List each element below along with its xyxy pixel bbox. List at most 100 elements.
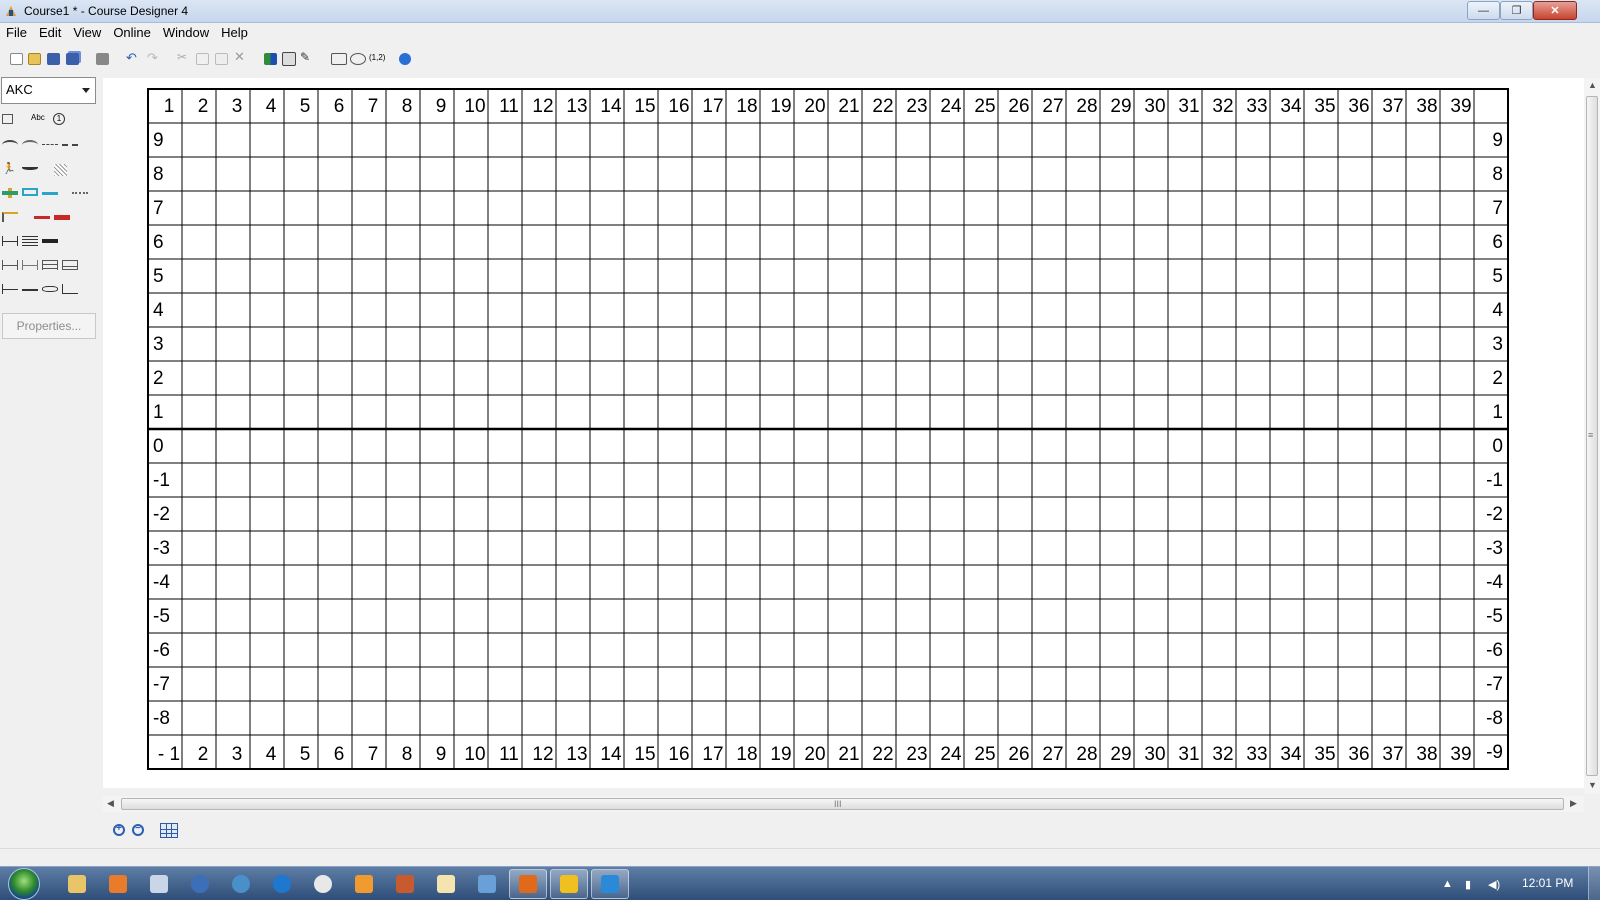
save-all-icon[interactable] (66, 53, 79, 65)
scroll-left-icon[interactable]: ◀ (107, 798, 114, 809)
tunnel-icon[interactable] (2, 140, 18, 150)
minimize-button[interactable]: — (1467, 1, 1500, 20)
scroll-down-icon[interactable]: ▼ (1588, 780, 1597, 790)
help-icon[interactable] (399, 53, 411, 65)
right-axis-label: -2 (1486, 504, 1503, 525)
documents-taskbar-button[interactable] (140, 869, 178, 899)
horizontal-scrollbar[interactable]: ◀ III ▶ (103, 796, 1584, 812)
number-tool-icon[interactable]: 1 (53, 113, 65, 125)
restore-button[interactable]: ❐ (1500, 1, 1533, 20)
left-axis-label: -4 (153, 572, 170, 593)
single-bar-icon[interactable] (22, 260, 38, 270)
palette-row-2 (2, 138, 78, 152)
menu-file[interactable]: File (0, 23, 33, 43)
horizontal-scroll-thumb[interactable]: III (121, 798, 1564, 810)
text-tool-icon[interactable]: Abc (31, 113, 49, 123)
wall-icon[interactable] (42, 236, 58, 246)
cut-icon[interactable]: ✂ (177, 50, 190, 64)
weave-icon[interactable] (72, 188, 88, 194)
firefox-taskbar-button[interactable] (509, 869, 547, 899)
explorer-taskbar-button[interactable] (58, 869, 96, 899)
course-designer-taskbar-button[interactable] (550, 869, 588, 899)
settings-taskbar-button[interactable] (386, 869, 424, 899)
network-icon[interactable]: ▮ (1465, 878, 1471, 891)
tray-expand-icon[interactable]: ▲ (1442, 878, 1453, 890)
contact-icon[interactable] (62, 284, 78, 294)
numbering-icon[interactable]: (1,2) (369, 53, 385, 65)
grid-toggle-icon[interactable] (160, 823, 178, 838)
hoop-icon[interactable] (42, 286, 58, 292)
redo-icon[interactable]: ↷ (147, 50, 160, 65)
tool-taskbar-button[interactable] (345, 869, 383, 899)
delete-icon[interactable]: ✕ (234, 49, 247, 64)
chrome-taskbar-button[interactable] (304, 869, 342, 899)
close-button[interactable]: ✕ (1533, 1, 1577, 20)
ring-grid[interactable]: 1 2 3 4 5 6 7 8 9 10 11 12 13 14 15 16 17 18 19 20 21 22 23 24 2… (103, 78, 1584, 788)
bottom-axis-label: 26 (1008, 744, 1029, 765)
teeter-icon[interactable] (34, 212, 50, 222)
bottom-axis-label: 19 (770, 744, 791, 765)
save-icon[interactable] (47, 53, 60, 65)
tire-icon[interactable] (2, 212, 18, 222)
menu-help[interactable]: Help (215, 23, 254, 43)
pole-icon[interactable] (22, 284, 38, 294)
bottom-axis-label: 34 (1280, 744, 1302, 765)
pencil-icon[interactable]: ✎ (300, 50, 313, 64)
bottom-axis-label: 24 (940, 744, 962, 765)
chute-icon[interactable] (42, 144, 58, 154)
start-button[interactable] (8, 868, 40, 900)
print-icon[interactable] (96, 53, 109, 65)
snipping-taskbar-button[interactable] (591, 869, 629, 899)
obstacle-view-icon[interactable] (331, 53, 347, 65)
ring-color-icon[interactable] (264, 53, 277, 65)
volume-icon[interactable]: ◀) (1488, 878, 1500, 891)
paste-icon[interactable] (215, 53, 228, 65)
double-jump-icon[interactable] (2, 236, 18, 246)
web-taskbar-button[interactable] (222, 869, 260, 899)
properties-button[interactable]: Properties... (2, 313, 96, 339)
table-icon[interactable] (54, 164, 67, 176)
scroll-up-icon[interactable]: ▲ (1588, 80, 1597, 90)
broad-jump-icon[interactable] (42, 188, 58, 198)
oxer-icon[interactable] (42, 260, 58, 270)
open-icon[interactable] (28, 53, 41, 65)
messenger-taskbar-button[interactable] (468, 869, 506, 899)
bar-jump-icon[interactable] (2, 260, 18, 270)
menu-online[interactable]: Online (107, 23, 157, 43)
vertical-scroll-thumb[interactable]: ≡ (1586, 96, 1598, 776)
wing-jump-icon[interactable] (2, 284, 18, 294)
top-axis-label: 22 (872, 96, 893, 117)
copy-icon[interactable] (196, 53, 209, 65)
media-player-taskbar-button[interactable] (99, 869, 137, 899)
dogwalk-icon[interactable] (54, 212, 70, 222)
handler-icon[interactable]: 🏃 (2, 162, 18, 175)
clock[interactable]: 12:01 PM (1522, 876, 1573, 890)
zoom-in-icon[interactable]: + (113, 823, 125, 836)
select-tool-icon[interactable] (2, 114, 13, 124)
menu-edit[interactable]: Edit (33, 23, 67, 43)
triple-jump-icon[interactable] (22, 236, 38, 246)
line-icon[interactable] (62, 144, 78, 154)
ie-taskbar-button[interactable] (263, 869, 301, 899)
palette-row-4 (2, 186, 88, 200)
undo-icon[interactable]: ↶ (126, 50, 139, 65)
gate-icon[interactable] (62, 260, 78, 270)
jump-icon[interactable] (2, 188, 18, 198)
dog-icon[interactable] (22, 164, 38, 170)
top-axis-label: 21 (838, 96, 859, 117)
show-desktop-button[interactable] (1588, 867, 1600, 900)
panel-jump-icon[interactable] (22, 188, 38, 196)
menu-window[interactable]: Window (157, 23, 215, 43)
course-canvas[interactable]: 1 2 3 4 5 6 7 8 9 10 11 12 13 14 15 16 17 18 19 20 21 22 23 24 2… (103, 78, 1584, 788)
menu-view[interactable]: View (67, 23, 107, 43)
mail-taskbar-button[interactable] (181, 869, 219, 899)
new-icon[interactable] (10, 53, 23, 65)
curved-tunnel-icon[interactable] (22, 140, 38, 150)
zoom-view-icon[interactable] (350, 53, 366, 65)
draw-mode-icon[interactable] (282, 52, 296, 66)
scroll-right-icon[interactable]: ▶ (1570, 798, 1577, 809)
vertical-scrollbar[interactable]: ▲ ≡ ▼ (1584, 78, 1600, 794)
breed-select[interactable]: AKC (1, 77, 96, 104)
zoom-out-icon[interactable]: − (132, 823, 144, 836)
notes-taskbar-button[interactable] (427, 869, 465, 899)
